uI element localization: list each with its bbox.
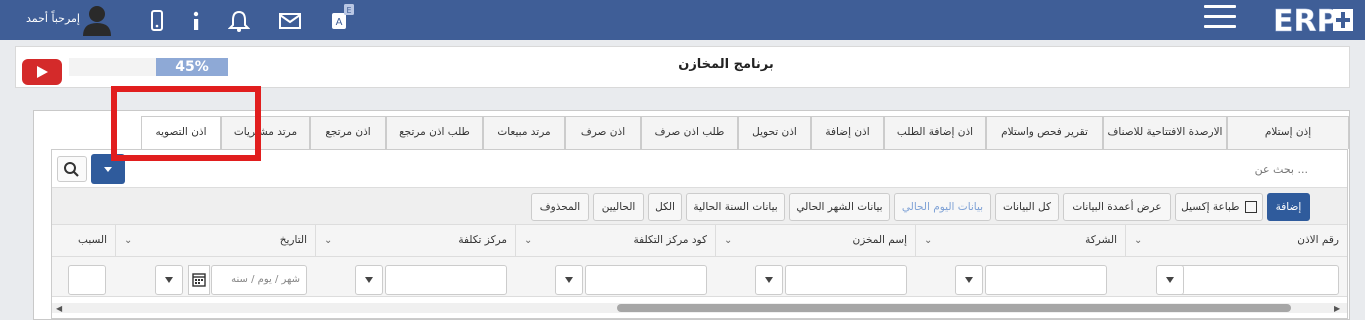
tab-issue-request[interactable]: طلب اذن صرف [641,116,738,149]
today-data-button[interactable]: بيانات اليوم الحالي [894,193,991,221]
column-label: كود مركز التكلفة [633,234,708,246]
chevron-down-icon[interactable]: ⌄ [324,235,332,246]
content-area: إضافة طباعة إكسيل عرض أعمدة البيانات كل … [51,149,1348,319]
toolbar: إضافة طباعة إكسيل عرض أعمدة البيانات كل … [52,187,1347,225]
filter-input-permit-no[interactable] [1162,265,1339,295]
svg-text:E: E [346,6,351,15]
scrollbar-thumb[interactable] [617,304,1291,312]
filter-input-date[interactable]: شهر / يوم / سنه [211,265,307,295]
tab-issue-permit[interactable]: اذن صرف [565,116,641,149]
column-header-warehouse[interactable]: إسم المخزن ⌄ [715,225,915,257]
filter-icon[interactable] [955,265,983,295]
progress-label: 45% [175,59,209,75]
svg-text:ERP: ERP [1273,4,1339,36]
grid-header: رقم الاذن ⌄ الشركة ⌄ إسم المخزن ⌄ كود مر… [52,225,1347,257]
avatar-icon[interactable] [82,4,112,36]
chevron-down-icon[interactable]: ⌄ [1134,235,1142,246]
tab-return-permit[interactable]: اذن مرتجع [310,116,386,149]
column-label: إسم المخزن [852,234,907,246]
month-data-button[interactable]: بيانات الشهر الحالي [789,193,890,221]
page-title: برنامج المخازن [678,57,774,72]
tab-opening-balances[interactable]: الارصدة الافتتاحية للاصناف [1103,116,1227,149]
filter-input-reason[interactable] [68,265,106,295]
deleted-button[interactable]: المحذوف [531,193,589,221]
tab-transfer[interactable]: اذن تحويل [738,116,811,149]
show-columns-button[interactable]: عرض أعمدة البيانات [1063,193,1171,221]
filter-icon[interactable] [755,265,783,295]
svg-text:A: A [336,17,343,28]
horizontal-scrollbar[interactable]: ◀ ▶ [52,303,1347,313]
tab-inspection-report[interactable]: تقرير فحص واستلام [986,116,1103,149]
scroll-left-icon[interactable]: ◀ [56,304,62,313]
info-icon[interactable] [190,9,202,33]
chevron-down-icon[interactable]: ⌄ [724,235,732,246]
column-header-cost-center[interactable]: مركز تكلفة ⌄ [315,225,515,257]
translate-icon[interactable]: E A [330,3,356,33]
column-label: السبب [78,234,107,246]
filter-icon[interactable] [355,265,383,295]
search-input[interactable] [128,156,1308,182]
filter-icon[interactable] [555,265,583,295]
chevron-down-icon[interactable]: ⌄ [124,235,132,246]
filter-input-cost-center[interactable] [385,265,507,295]
filter-input-cost-center-code[interactable] [585,265,707,295]
column-header-date[interactable]: التاريخ ⌄ [115,225,315,257]
calendar-icon[interactable] [188,265,210,295]
column-header-cost-center-code[interactable]: كود مركز التكلفة ⌄ [515,225,715,257]
tab-add-permit[interactable]: اذن إضافة [811,116,884,149]
chevron-down-icon[interactable]: ⌄ [924,235,932,246]
column-label: مركز تكلفة [458,234,507,246]
tab-return-request[interactable]: طلب اذن مرتجع [386,116,483,149]
column-label: التاريخ [279,234,307,246]
tab-sales-return[interactable]: مرتد مبيعات [483,116,565,149]
scroll-right-icon[interactable]: ▶ [1334,304,1340,313]
filter-icon[interactable] [1156,265,1184,295]
bell-icon[interactable] [228,9,250,33]
filter-icon[interactable] [155,265,183,295]
column-header-permit-no[interactable]: رقم الاذن ⌄ [1125,225,1347,257]
mobile-icon[interactable] [150,9,164,33]
column-header-company[interactable]: الشركة ⌄ [915,225,1125,257]
current-button[interactable]: الحاليين [593,193,644,221]
year-data-button[interactable]: بيانات السنة الحالية [686,193,785,221]
erp-logo[interactable]: ERP [1271,4,1355,36]
filter-input-warehouse[interactable] [785,265,907,295]
search-button[interactable] [57,156,87,182]
column-header-reason[interactable]: السبب [52,225,115,257]
search-icon [64,162,79,177]
user-greeting[interactable]: إمرحباً أحمد [26,12,80,25]
print-excel-button[interactable]: طباعة إكسيل [1175,193,1263,221]
mail-icon[interactable] [278,9,302,33]
excel-icon [1244,201,1257,213]
youtube-icon[interactable] [22,59,62,85]
filter-row: شهر / يوم / سنه [52,257,1347,297]
tab-add-request[interactable]: اذن إضافة الطلب [884,116,986,149]
chevron-down-icon[interactable]: ⌄ [524,235,532,246]
page-header: 45% برنامج المخازن [15,46,1350,88]
hamburger-menu-icon[interactable] [1204,5,1236,29]
column-label: رقم الاذن [1297,234,1339,246]
filter-input-company[interactable] [985,265,1107,295]
print-excel-label: طباعة إكسيل [1181,201,1240,213]
top-bar: إمرحباً أحمد E A ERP [0,0,1365,40]
add-button[interactable]: إضافة [1267,193,1310,221]
tab-receipt[interactable]: إذن إستلام [1227,116,1349,149]
highlight-box [111,86,261,161]
all-button[interactable]: الكل [648,193,682,221]
progress-bar: 45% [69,58,228,76]
column-label: الشركة [1085,234,1117,246]
all-data-button[interactable]: كل البيانات [995,193,1059,221]
